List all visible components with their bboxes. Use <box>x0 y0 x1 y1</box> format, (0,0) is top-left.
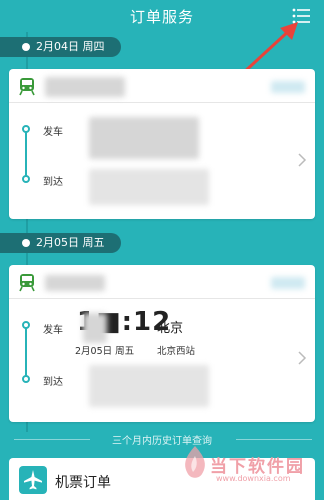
depart-hour-redacted <box>83 313 107 343</box>
plane-icon-box <box>19 466 47 494</box>
chevron-right-icon[interactable] <box>297 153 307 167</box>
depart-station: 北京西站 <box>157 346 196 357</box>
watermark: 当下软件园 www.downxia.com <box>176 444 322 496</box>
status-redacted <box>271 277 305 289</box>
arrive-dot <box>22 375 30 383</box>
card-header <box>9 265 315 299</box>
order-card-2[interactable]: 发车 到达 1■:12 北京 2月05日 周五 北京西站 <box>9 265 315 422</box>
card-header <box>9 69 315 103</box>
depart-date: 2月05日 周五 <box>75 346 135 357</box>
order-date: 2月05日 周五 <box>36 236 105 249</box>
route-line <box>25 129 27 181</box>
divider <box>236 439 312 440</box>
depart-city: 北京 <box>157 321 184 336</box>
order-date-pill: 2月05日 周五 <box>0 233 121 253</box>
page-title: 订单服务 <box>129 7 194 26</box>
arrive-label: 到达 <box>43 177 63 188</box>
arrive-dot <box>22 175 30 183</box>
order-date-pill: 2月04日 周四 <box>0 37 121 57</box>
flight-order-label: 机票订单 <box>55 475 111 491</box>
route-line <box>25 325 27 381</box>
chevron-right-icon[interactable] <box>297 351 307 365</box>
status-redacted <box>271 81 305 93</box>
depart-dot <box>22 321 30 329</box>
train-number-redacted <box>45 77 125 97</box>
order-card-1[interactable]: 发车 到达 <box>9 69 315 219</box>
arrive-label: 到达 <box>43 377 63 388</box>
timeline-dot <box>22 239 30 247</box>
depart-dot <box>22 125 30 133</box>
train-number-redacted <box>45 275 105 291</box>
arrive-info-redacted <box>89 169 209 205</box>
train-icon <box>19 78 35 96</box>
depart-label: 发车 <box>43 127 63 138</box>
depart-label: 发车 <box>43 325 63 336</box>
watermark-logo-icon <box>185 446 205 478</box>
train-icon <box>19 274 35 292</box>
depart-info-redacted <box>89 117 199 159</box>
plane-icon <box>24 470 42 490</box>
order-date: 2月04日 周四 <box>36 40 105 53</box>
watermark-url: www.downxia.com <box>216 474 291 483</box>
arrive-info-redacted <box>89 365 209 407</box>
timeline-dot <box>22 43 30 51</box>
